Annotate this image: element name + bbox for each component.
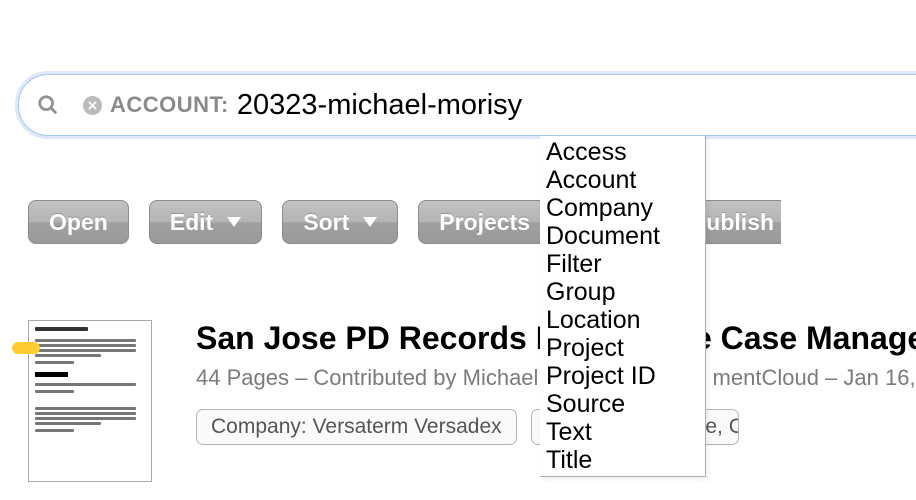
sort-button[interactable]: Sort [282, 200, 398, 244]
document-thumbnail-wrap [28, 320, 152, 482]
edit-button[interactable]: Edit [149, 200, 262, 244]
dropdown-item-location[interactable]: Location [540, 306, 705, 334]
meta-prefix: 44 Pages – Contributed by Michael [196, 365, 545, 390]
open-button-label: Open [49, 209, 108, 236]
filter-chip-value: 20323-michael-morisy [237, 89, 522, 122]
dropdown-item-project[interactable]: Project [540, 334, 705, 362]
filter-field-dropdown: Access Account Company Document Filter G… [540, 136, 706, 477]
document-thumbnail[interactable] [28, 320, 152, 482]
dropdown-item-account[interactable]: Account [540, 166, 705, 194]
meta-suffix: mentCloud – Jan 16, 2020 [713, 365, 916, 390]
dropdown-item-company[interactable]: Company [540, 194, 705, 222]
document-result: San Jose PD Records Request Re Case Mana… [28, 320, 916, 482]
dropdown-item-filter[interactable]: Filter [540, 250, 705, 278]
search-filter-chip: ACCOUNT: 20323-michael-morisy [83, 89, 522, 122]
annotation-marker-icon [12, 342, 40, 354]
clear-filter-icon[interactable] [83, 96, 102, 115]
dropdown-item-access[interactable]: Access [540, 138, 705, 166]
projects-button-label: Projects [439, 209, 530, 236]
dropdown-item-group[interactable]: Group [540, 278, 705, 306]
search-icon [37, 94, 59, 116]
open-button[interactable]: Open [28, 200, 129, 244]
caret-down-icon [363, 217, 377, 227]
tag-company[interactable]: Company: Versaterm Versadex [196, 409, 517, 445]
projects-button[interactable]: Projects [418, 200, 551, 244]
dropdown-item-source[interactable]: Source [540, 390, 705, 418]
dropdown-item-document[interactable]: Document [540, 222, 705, 250]
dropdown-item-text[interactable]: Text [540, 418, 705, 446]
dropdown-item-title[interactable]: Title [540, 446, 705, 474]
tag-company-label: Company: Versaterm Versadex [211, 415, 502, 438]
sort-button-label: Sort [303, 209, 349, 236]
caret-down-icon [227, 217, 241, 227]
filter-chip-label: ACCOUNT: [110, 92, 229, 118]
search-bar[interactable]: ACCOUNT: 20323-michael-morisy [18, 74, 916, 136]
dropdown-item-project-id[interactable]: Project ID [540, 362, 705, 390]
search-input[interactable] [522, 89, 916, 122]
edit-button-label: Edit [170, 209, 213, 236]
